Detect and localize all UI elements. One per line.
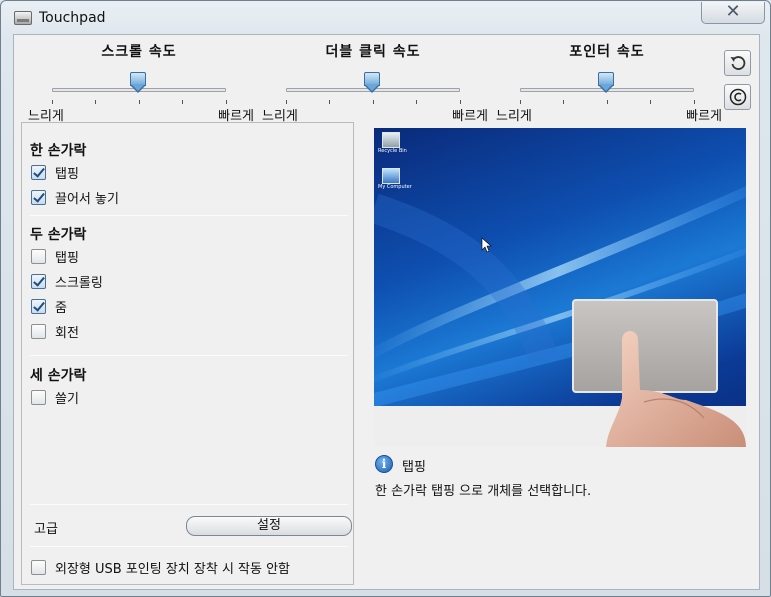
slider-tick <box>650 100 651 104</box>
slider-tick <box>286 100 287 104</box>
three-fingers-swipe-checkbox[interactable] <box>31 389 46 405</box>
slider-tick <box>95 100 96 104</box>
pointer-speed-slider-group: 포인터 속도 느리게 빠르게 <box>494 41 722 124</box>
external-usb-checkbox[interactable] <box>31 559 46 575</box>
section-divider <box>30 215 348 216</box>
advanced-label: 고급 <box>34 522 58 537</box>
reset-button[interactable] <box>724 50 751 76</box>
external-usb-option[interactable]: 외장형 USB 포인팅 장치 장착 시 작동 안함 <box>31 558 291 577</box>
pointer-speed-fast-label: 빠르게 <box>686 109 722 124</box>
slider-tick <box>226 100 227 104</box>
gesture-options-panel: 한 손가락 탭핑 끌어서 놓기 두 손가락 탭핑 스크롤링 줌 회전 세 손가락… <box>21 122 354 585</box>
two-fingers-tap-checkbox[interactable] <box>31 248 46 264</box>
window-title: Touchpad <box>39 10 106 26</box>
two-fingers-zoom-option[interactable]: 줌 <box>31 297 67 316</box>
gesture-info-description: 한 손가락 탭핑 으로 개체를 선택합니다. <box>375 484 592 499</box>
my-computer-desktop-icon: My Computer <box>378 168 412 190</box>
slider-tick <box>139 100 140 104</box>
scroll-speed-title: 스크롤 속도 <box>101 44 177 60</box>
two-fingers-rotate-option[interactable]: 회전 <box>31 322 79 341</box>
one-finger-tap-checkbox[interactable] <box>31 164 46 180</box>
two-fingers-title: 두 손가락 <box>30 227 87 243</box>
slider-tick <box>182 100 183 104</box>
touchpad-app-icon <box>14 11 32 25</box>
two-fingers-rotate-checkbox[interactable] <box>31 323 46 339</box>
settings-button[interactable]: 설정 <box>186 516 352 536</box>
info-icon: i <box>375 455 393 473</box>
double-click-speed-slider-group: 더블 클릭 속도 느리게 빠르게 <box>260 41 488 124</box>
pointer-speed-slow-label: 느리게 <box>496 109 532 124</box>
pointer-speed-thumb[interactable] <box>598 72 614 94</box>
slider-tick <box>329 100 330 104</box>
section-divider <box>30 355 348 356</box>
scroll-speed-thumb[interactable] <box>130 72 146 94</box>
three-fingers-swipe-option[interactable]: 쓸기 <box>31 388 79 407</box>
undo-arrow-icon <box>730 56 746 70</box>
two-fingers-scroll-option[interactable]: 스크롤링 <box>31 272 103 291</box>
one-finger-drag-label: 끌어서 놓기 <box>55 191 119 207</box>
two-fingers-scroll-label: 스크롤링 <box>55 275 103 291</box>
two-fingers-tap-option[interactable]: 탭핑 <box>31 247 79 266</box>
slider-tick <box>373 100 374 104</box>
gesture-preview-image: Recycle Bin My Computer <box>374 128 746 447</box>
double-click-speed-title: 더블 클릭 속도 <box>325 44 421 60</box>
close-button[interactable]: ✕ <box>701 2 765 24</box>
double-click-speed-fast-label: 빠르게 <box>452 109 488 124</box>
one-finger-drag-checkbox[interactable] <box>31 189 46 205</box>
slider-tick <box>563 100 564 104</box>
my-computer-label: My Computer <box>378 184 412 190</box>
slider-tick <box>52 100 53 104</box>
scroll-speed-slider-group: 스크롤 속도 느리게 빠르게 <box>26 41 254 124</box>
recycle-bin-label: Recycle Bin <box>378 148 407 154</box>
one-finger-tap-label: 탭핑 <box>55 166 79 182</box>
copyright-icon <box>729 88 747 106</box>
section-divider <box>30 504 348 505</box>
about-button[interactable] <box>724 84 751 110</box>
two-fingers-rotate-label: 회전 <box>55 325 79 341</box>
gesture-info-title: 탭핑 <box>402 460 426 475</box>
pointer-speed-title: 포인터 속도 <box>569 44 645 60</box>
preview-artwork <box>374 186 746 447</box>
slider-tick <box>416 100 417 104</box>
two-fingers-zoom-label: 줌 <box>55 300 67 316</box>
slider-tick <box>460 100 461 104</box>
two-fingers-tap-label: 탭핑 <box>55 250 79 266</box>
two-fingers-zoom-checkbox[interactable] <box>31 298 46 314</box>
three-fingers-title: 세 손가락 <box>30 368 87 384</box>
three-fingers-swipe-label: 쓸기 <box>55 391 79 407</box>
section-divider <box>30 546 348 547</box>
client-area: 스크롤 속도 느리게 빠르게 더블 클릭 속도 느리게 빠르게 포인터 속도 느… <box>13 34 760 590</box>
touchpad-window: Touchpad ✕ 스크롤 속도 느리게 빠르게 더블 클릭 속도 느리게 빠… <box>0 0 771 597</box>
double-click-speed-thumb[interactable] <box>364 72 380 94</box>
two-fingers-scroll-checkbox[interactable] <box>31 273 46 289</box>
one-finger-title: 한 손가락 <box>30 143 87 159</box>
one-finger-drag-option[interactable]: 끌어서 놓기 <box>31 188 119 207</box>
title-bar[interactable]: Touchpad ✕ <box>1 1 770 35</box>
recycle-bin-desktop-icon: Recycle Bin <box>378 132 407 154</box>
one-finger-tap-option[interactable]: 탭핑 <box>31 163 79 182</box>
slider-tick <box>694 100 695 104</box>
slider-tick <box>520 100 521 104</box>
slider-tick <box>607 100 608 104</box>
external-usb-label: 외장형 USB 포인팅 장치 장착 시 작동 안함 <box>55 561 291 577</box>
